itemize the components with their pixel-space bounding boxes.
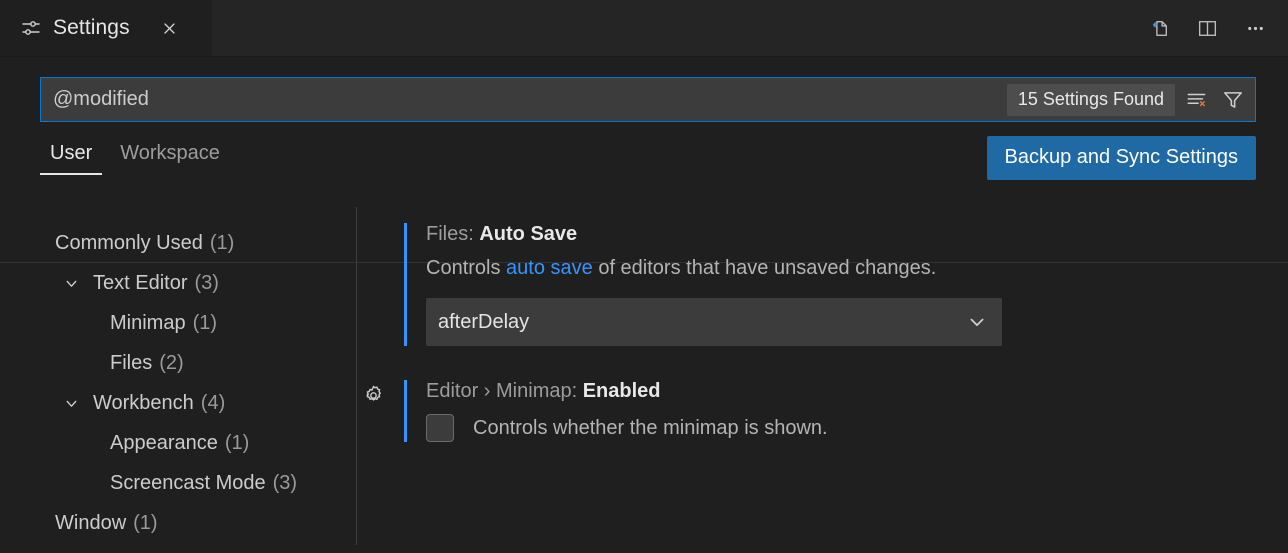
toc-item-screencast-mode[interactable]: Screencast Mode (3): [0, 463, 356, 503]
dropdown-value: afterDelay: [438, 311, 529, 334]
settings-body: Commonly Used (1) Text Editor (3) Minima…: [0, 197, 1288, 545]
toc-count: (1): [210, 232, 234, 255]
minimap-enabled-row: Controls whether the minimap is shown.: [426, 414, 1258, 442]
toc-label: Minimap: [110, 312, 186, 335]
close-icon[interactable]: [157, 15, 183, 41]
toc-item-window[interactable]: Window (1): [0, 503, 356, 543]
settings-search-box[interactable]: 15 Settings Found: [40, 77, 1256, 122]
tab-settings[interactable]: Settings: [0, 0, 212, 56]
filter-settings-icon[interactable]: [1217, 84, 1249, 116]
toc-item-commonly-used[interactable]: Commonly Used (1): [0, 223, 356, 263]
setting-editor-minimap-enabled: Editor › Minimap: Enabled Controls wheth…: [404, 380, 1258, 442]
toc-label: Files: [110, 352, 152, 375]
tab-workspace-label: Workspace: [120, 142, 220, 164]
tab-label: Settings: [53, 16, 130, 40]
toc-item-files[interactable]: Files (2): [0, 343, 356, 383]
desc-text-after: of editors that have unsaved changes.: [593, 257, 937, 279]
toc-count: (3): [194, 272, 218, 295]
split-editor-icon[interactable]: [1194, 15, 1220, 41]
open-settings-json-icon[interactable]: [1146, 15, 1172, 41]
toc-count: (2): [159, 352, 183, 375]
toc-label: Screencast Mode: [110, 472, 266, 495]
settings-sliders-icon: [20, 17, 42, 39]
setting-category: Files:: [426, 223, 479, 245]
settings-toc: Commonly Used (1) Text Editor (3) Minima…: [0, 207, 357, 545]
editor-tab-bar: Settings: [0, 0, 1288, 57]
setting-category: Editor › Minimap:: [426, 380, 583, 402]
toc-item-minimap[interactable]: Minimap (1): [0, 303, 356, 343]
chevron-down-icon: [967, 312, 987, 332]
settings-scope-row: User Workspace Backup and Sync Settings: [0, 136, 1288, 197]
desc-text-before: Controls whether the minimap is shown.: [473, 417, 828, 439]
minimap-enabled-checkbox[interactable]: [426, 414, 454, 442]
toc-label: Text Editor: [93, 272, 187, 295]
editor-actions: [1146, 0, 1288, 56]
tab-user[interactable]: User: [40, 136, 102, 175]
results-count-badge: 15 Settings Found: [1007, 84, 1175, 116]
more-actions-icon[interactable]: [1242, 15, 1268, 41]
setting-description: Controls auto save of editors that have …: [426, 257, 1258, 280]
setting-name: Auto Save: [479, 223, 577, 245]
chevron-down-icon[interactable]: [62, 274, 80, 292]
scope-tabs: User Workspace: [40, 136, 230, 175]
toc-count: (1): [193, 312, 217, 335]
settings-editor: 15 Settings Found: [0, 57, 1288, 553]
toc-count: (4): [201, 392, 225, 415]
toc-label: Workbench: [93, 392, 194, 415]
backup-and-sync-settings-button[interactable]: Backup and Sync Settings: [987, 136, 1256, 180]
toc-count: (1): [225, 432, 249, 455]
search-action-group: [1181, 84, 1255, 116]
tab-workspace[interactable]: Workspace: [110, 136, 230, 175]
auto-save-dropdown[interactable]: afterDelay: [426, 298, 1002, 346]
setting-name: Enabled: [583, 380, 661, 402]
toc-label: Commonly Used: [55, 232, 203, 255]
setting-files-auto-save: Files: Auto Save Controls auto save of e…: [404, 223, 1258, 346]
search-input[interactable]: [41, 78, 1007, 121]
toc-item-workbench[interactable]: Workbench (4): [0, 383, 356, 423]
toc-label: Window: [55, 512, 126, 535]
toc-count: (1): [133, 512, 157, 535]
clear-settings-search-icon[interactable]: [1181, 84, 1213, 116]
toc-item-appearance[interactable]: Appearance (1): [0, 423, 356, 463]
toc-count: (3): [273, 472, 297, 495]
settings-search-row: 15 Settings Found: [0, 57, 1288, 122]
tab-user-label: User: [50, 142, 92, 164]
auto-save-link[interactable]: auto save: [506, 257, 593, 279]
toc-label: Appearance: [110, 432, 218, 455]
gear-icon[interactable]: [360, 382, 386, 408]
setting-description: Controls whether the minimap is shown.: [473, 417, 828, 440]
chevron-down-icon[interactable]: [62, 394, 80, 412]
desc-text-before: Controls: [426, 257, 506, 279]
setting-title: Editor › Minimap: Enabled: [426, 380, 1258, 403]
toc-item-text-editor[interactable]: Text Editor (3): [0, 263, 356, 303]
setting-title: Files: Auto Save: [426, 223, 1258, 246]
settings-list: Files: Auto Save Controls auto save of e…: [357, 207, 1288, 545]
